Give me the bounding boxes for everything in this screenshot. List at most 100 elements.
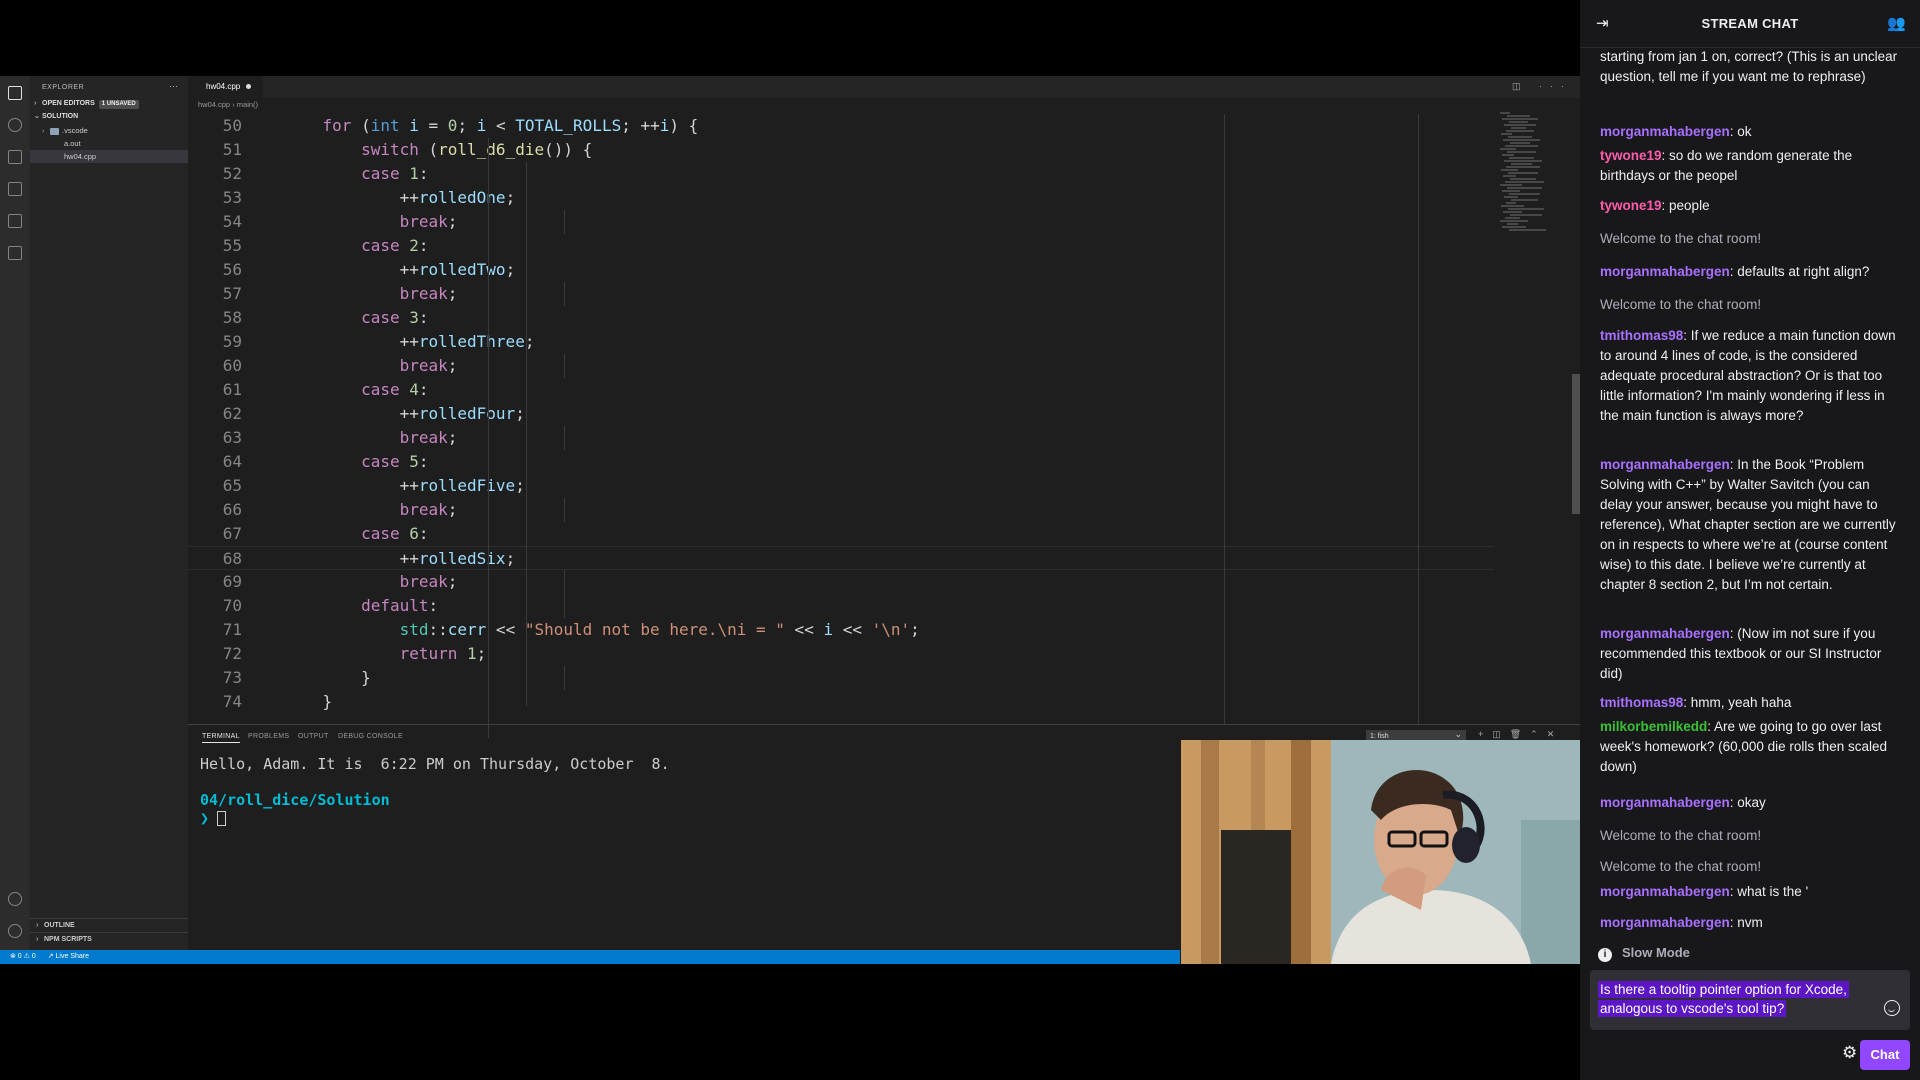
live-share-icon[interactable] [8, 214, 22, 228]
code-line[interactable]: 61 case 4: [188, 378, 1494, 402]
code-line[interactable]: 63 break; [188, 426, 1494, 450]
code-line[interactable]: 74 } [188, 690, 1494, 714]
chat-username[interactable]: tmithomas98 [1600, 328, 1683, 343]
breadcrumb-file[interactable]: hw04.cpp [198, 100, 230, 109]
tree-item-aout[interactable]: a.out [30, 137, 188, 150]
panel-actions[interactable]: +◫🗑⌃✕ [1478, 729, 1563, 740]
chat-message: tmithomas98: hmm, yeah haha [1600, 693, 1900, 713]
code-line[interactable]: 66 break; [188, 498, 1494, 522]
chat-message: tmithomas98: If we reduce a main functio… [1600, 326, 1900, 426]
chat-input-value: Is there a tooltip pointer option for Xc… [1598, 981, 1849, 1017]
code-line[interactable]: 54 break; [188, 210, 1494, 234]
chat-message: morganmahabergen: ok [1600, 122, 1900, 142]
minimap-line [1504, 196, 1518, 198]
more-actions-icon[interactable]: ··· [169, 81, 178, 91]
problems-status[interactable]: ⊗ 0 ⚠ 0 [10, 953, 36, 960]
chat-username[interactable]: tywone19 [1600, 198, 1662, 213]
source-control-icon[interactable] [8, 150, 22, 164]
explorer-icon[interactable] [8, 86, 22, 100]
line-number: 62 [222, 404, 242, 423]
breadcrumb-symbol[interactable]: main() [237, 100, 258, 109]
chat-send-button[interactable]: Chat [1860, 1040, 1910, 1070]
chat-username[interactable]: tmithomas98 [1600, 695, 1683, 710]
chat-message: morganmahabergen: okay [1600, 793, 1900, 813]
terminal-prompt-line[interactable]: ❯ [200, 809, 227, 827]
chat-username[interactable]: morganmahabergen [1600, 884, 1730, 899]
chat-username[interactable]: tywone19 [1600, 148, 1662, 163]
extensions-icon[interactable] [8, 246, 22, 260]
npm-scripts-section[interactable]: › NPM SCRIPTS [30, 932, 188, 946]
slow-mode-notice: i Slow Mode [1598, 945, 1690, 962]
search-icon[interactable] [8, 118, 22, 132]
chat-input-text[interactable]: Is there a tooltip pointer option for Xc… [1598, 980, 1868, 1018]
code-line[interactable]: 60 break; [188, 354, 1494, 378]
chat-username[interactable]: morganmahabergen [1600, 795, 1730, 810]
minimap-line [1502, 190, 1520, 192]
minimap-line [1503, 175, 1516, 177]
chat-username[interactable]: morganmahabergen [1600, 626, 1730, 641]
line-number: 73 [222, 668, 242, 687]
chat-username[interactable]: morganmahabergen [1600, 264, 1730, 279]
chat-title: STREAM CHAT [1701, 16, 1799, 31]
code-line[interactable]: 53 ++rolledOne; [188, 186, 1494, 210]
breadcrumb[interactable]: hw04.cpp › main() [198, 98, 258, 112]
account-icon[interactable] [8, 892, 22, 906]
live-share-status[interactable]: ↗ Live Share [48, 953, 89, 960]
tree-item-vscode[interactable]: › .vscode [30, 124, 188, 137]
minimap-line [1508, 208, 1544, 210]
code-line[interactable]: 73 } [188, 666, 1494, 690]
code-line[interactable]: 62 ++rolledFour; [188, 402, 1494, 426]
code-line[interactable]: 69 break; [188, 570, 1494, 594]
tree-item-hw04[interactable]: hw04.cpp [30, 150, 188, 163]
chat-username[interactable]: morganmahabergen [1600, 457, 1730, 472]
chat-message-text: : hmm, yeah haha [1683, 695, 1792, 710]
code-line[interactable]: 65 ++rolledFive; [188, 474, 1494, 498]
chat-username[interactable]: morganmahabergen [1600, 124, 1730, 139]
code-editor[interactable]: 50 for (int i = 0; i < TOTAL_ROLLS; ++i)… [188, 114, 1580, 760]
solution-folder[interactable]: ⌄ SOLUTION [34, 111, 78, 123]
chat-username[interactable]: morganmahabergen [1600, 915, 1730, 930]
chat-message-text: Welcome to the chat room! [1600, 297, 1762, 312]
chat-system-message: Welcome to the chat room! [1600, 826, 1900, 846]
tab-output[interactable]: OUTPUT [298, 733, 329, 740]
minimap-line [1511, 163, 1532, 165]
webcam-overlay [1181, 740, 1580, 964]
chat-message-text: starting from jan 1 on, correct? (This i… [1600, 49, 1898, 84]
chat-input[interactable]: Is there a tooltip pointer option for Xc… [1590, 970, 1910, 1030]
code-line[interactable]: 67 case 6: [188, 522, 1494, 546]
tab-terminal[interactable]: TERMINAL [202, 733, 240, 743]
slow-mode-label: Slow Mode [1622, 945, 1690, 960]
code-line[interactable]: 57 break; [188, 282, 1494, 306]
minimap[interactable] [1500, 112, 1568, 232]
tab-hw04[interactable]: hw04.cpp [188, 76, 264, 98]
code-line[interactable]: 64 case 5: [188, 450, 1494, 474]
minimap-line [1502, 226, 1526, 228]
code-line[interactable]: 72 return 1; [188, 642, 1494, 666]
minimap-line [1507, 223, 1518, 225]
gear-icon[interactable] [8, 924, 22, 938]
folder-icon [50, 127, 59, 135]
code-line[interactable]: 52 case 1: [188, 162, 1494, 186]
tab-problems[interactable]: PROBLEMS [248, 733, 289, 740]
emote-picker-icon[interactable] [1884, 1000, 1900, 1016]
code-line[interactable]: 51 switch (roll_d6_die()) { [188, 138, 1494, 162]
code-line[interactable]: 55 case 2: [188, 234, 1494, 258]
open-editors-section[interactable]: › OPEN EDITORS 1 UNSAVED [34, 98, 139, 110]
chat-message: morganmahabergen: In the Book “Problem S… [1600, 455, 1900, 595]
editor-scrollbar[interactable] [1572, 374, 1580, 514]
tab-debug-console[interactable]: DEBUG CONSOLE [338, 733, 403, 740]
code-line[interactable]: 68 ++rolledSix; [188, 546, 1494, 570]
code-line[interactable]: 56 ++rolledTwo; [188, 258, 1494, 282]
outline-section[interactable]: › OUTLINE [30, 918, 188, 932]
code-line[interactable]: 50 for (int i = 0; i < TOTAL_ROLLS; ++i)… [188, 114, 1494, 138]
community-icon[interactable]: 👥 [1887, 14, 1906, 32]
run-debug-icon[interactable] [8, 182, 22, 196]
minimap-line [1501, 205, 1524, 207]
chat-settings-icon[interactable]: ⚙ [1842, 1043, 1857, 1063]
code-line[interactable]: 71 std::cerr << "Should not be here.\ni … [188, 618, 1494, 642]
code-line[interactable]: 70 default: [188, 594, 1494, 618]
code-line[interactable]: 58 case 3: [188, 306, 1494, 330]
chat-username[interactable]: milkorbemilkedd [1600, 719, 1707, 734]
editor-actions[interactable]: ◫ ··· [1512, 81, 1572, 92]
code-line[interactable]: 59 ++rolledThree; [188, 330, 1494, 354]
